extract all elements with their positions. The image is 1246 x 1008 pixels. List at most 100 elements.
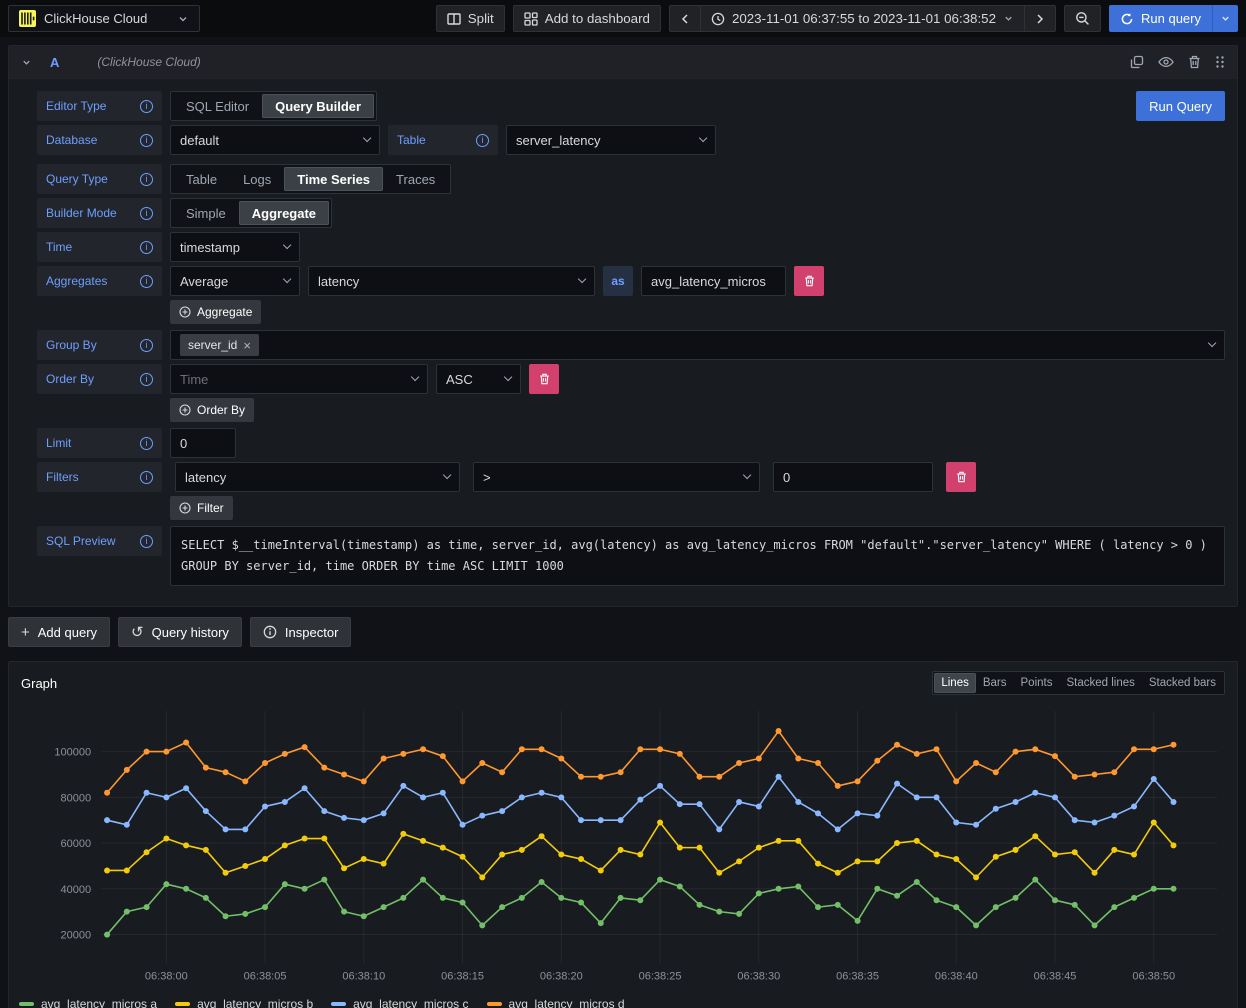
legend-item[interactable]: avg_latency_micros c [331,997,468,1008]
remove-filter-button[interactable] [946,462,976,492]
filter-operator-select[interactable]: > [473,462,760,492]
svg-text:60000: 60000 [61,838,92,850]
inspector-button[interactable]: Inspector [250,617,351,647]
datasource-picker[interactable]: ClickHouse Cloud [8,5,200,32]
info-icon[interactable]: i [140,275,153,288]
drag-handle-icon[interactable] [1215,55,1225,69]
editor-type-label: Editor Type i [37,91,162,121]
add-filter-button[interactable]: Filter [170,496,233,520]
add-query-button[interactable]: + Add query [8,617,110,647]
time-range-text: 2023-11-01 06:37:55 to 2023-11-01 06:38:… [732,11,996,26]
add-filter-row: Filter [170,496,1225,520]
filter-column-select[interactable]: latency [175,462,460,492]
group-by-multiselect[interactable]: server_id [170,330,1225,360]
remove-aggregate-button[interactable] [794,266,824,296]
table-label: Table i [388,125,498,155]
aggregate-function-select[interactable]: Average [170,266,300,296]
legend-item[interactable]: avg_latency_micros b [175,997,313,1008]
builder-mode-option-simple[interactable]: Simple [173,201,239,225]
filters-label: Filters i [37,462,162,492]
order-by-row: Order By i Time ASC [37,364,1225,394]
query-header: A (ClickHouse Cloud) [9,46,1237,79]
limit-input[interactable]: 0 [170,428,236,458]
table-select[interactable]: server_latency [506,125,716,155]
dashboard-grid-icon [524,12,538,26]
zoom-out-button[interactable] [1064,5,1101,32]
query-header-actions [1130,55,1225,69]
time-shift-back-button[interactable] [669,5,701,32]
info-icon[interactable]: i [140,437,153,450]
legend-label: avg_latency_micros c [353,997,468,1008]
info-icon[interactable]: i [140,339,153,352]
info-icon[interactable]: i [140,173,153,186]
info-icon[interactable]: i [140,207,153,220]
sql-preview-row: SQL Preview i SELECT $__timeInterval(tim… [37,526,1225,586]
order-by-column-select[interactable]: Time [170,364,428,394]
info-icon[interactable]: i [140,373,153,386]
info-icon[interactable]: i [140,535,153,548]
zoom-out-icon [1075,11,1090,26]
split-icon [447,12,461,26]
group-by-row: Group By i server_id [37,330,1225,360]
graph-mode-stacked-lines[interactable]: Stacked lines [1059,673,1141,693]
info-icon[interactable]: i [140,471,153,484]
toggle-visibility-icon[interactable] [1158,56,1174,68]
time-label: Time i [37,232,162,262]
split-button[interactable]: Split [436,5,505,32]
delete-query-icon[interactable] [1188,55,1201,69]
filter-value-input[interactable]: 0 [773,462,933,492]
sql-preview-label: SQL Preview i [37,526,162,556]
timeseries-svg: 2000040000600008000010000006:38:0006:38:… [13,705,1229,995]
remove-order-by-button[interactable] [529,364,559,394]
run-query-split-button: Run query [1109,5,1238,32]
chip-remove-icon[interactable] [243,338,251,353]
legend-item[interactable]: avg_latency_micros d [487,997,625,1008]
run-query-button[interactable]: Run query [1109,5,1212,32]
add-to-dashboard-button[interactable]: Add to dashboard [513,5,661,32]
editor-type-row: Editor Type i SQL Editor Query Builder [37,91,1225,121]
order-by-direction-select[interactable]: ASC [436,364,521,394]
collapse-chevron-icon[interactable] [21,57,32,68]
aggregates-label: Aggregates i [37,266,162,296]
time-shift-forward-button[interactable] [1024,5,1056,32]
query-type-option-traces[interactable]: Traces [383,167,448,191]
info-icon[interactable]: i [140,134,153,147]
legend-item[interactable]: avg_latency_micros a [19,997,157,1008]
editor-type-option-query-builder[interactable]: Query Builder [262,94,374,118]
time-range-picker[interactable]: 2023-11-01 06:37:55 to 2023-11-01 06:38:… [700,5,1025,32]
order-by-label: Order By i [37,364,162,394]
aggregate-column-select[interactable]: latency [308,266,595,296]
time-range-controls: 2023-11-01 06:37:55 to 2023-11-01 06:38:… [669,5,1056,32]
graph-mode-bars[interactable]: Bars [976,673,1014,693]
duplicate-query-icon[interactable] [1130,55,1144,69]
refresh-icon [1120,12,1134,26]
graph-mode-lines[interactable]: Lines [934,673,976,693]
chevron-right-icon [1035,13,1045,25]
query-type-option-logs[interactable]: Logs [230,167,284,191]
run-query-options-button[interactable] [1212,5,1238,32]
add-order-by-row: Order By [170,398,1225,422]
query-type-option-time-series[interactable]: Time Series [284,167,383,191]
database-select[interactable]: default [170,125,380,155]
graph-mode-points[interactable]: Points [1014,673,1060,693]
query-type-option-table[interactable]: Table [173,167,230,191]
time-column-select[interactable]: timestamp [170,232,300,262]
timeseries-chart: 2000040000600008000010000006:38:0006:38:… [9,699,1237,995]
run-query-panel-button[interactable]: Run Query [1136,91,1225,121]
chevron-down-icon [283,241,292,250]
chevron-down-icon [743,471,752,480]
editor-type-option-sql-editor[interactable]: SQL Editor [173,94,262,118]
add-aggregate-button[interactable]: Aggregate [170,300,261,324]
aggregate-alias-input[interactable]: avg_latency_micros [641,266,786,296]
graph-mode-stacked-bars[interactable]: Stacked bars [1142,673,1223,693]
add-order-by-button[interactable]: Order By [170,398,254,422]
info-icon[interactable]: i [476,134,489,147]
svg-text:06:38:45: 06:38:45 [1034,970,1077,982]
clickhouse-logo-icon [19,10,36,27]
query-type-row: Query Type i Table Logs Time Series Trac… [37,164,1225,194]
info-icon[interactable]: i [140,100,153,113]
query-history-button[interactable]: ↺ Query history [118,617,242,647]
chevron-down-icon [1003,13,1014,24]
info-icon[interactable]: i [140,241,153,254]
builder-mode-option-aggregate[interactable]: Aggregate [239,201,329,225]
